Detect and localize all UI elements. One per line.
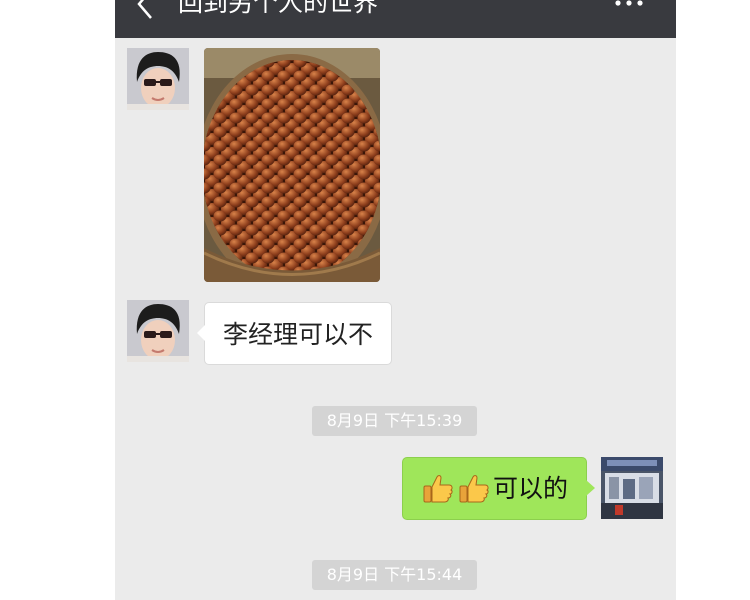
chestnuts-photo[interactable] [204,48,380,282]
more-options-icon[interactable] [614,0,644,8]
chat-title: 回到另个人的世界 [178,0,379,17]
chat-screen: 回到另个人的世界 李经理可以不 8月9日 下午15:39 可以的 8月9日 下午… [115,0,676,600]
sender-avatar[interactable] [127,48,189,110]
timestamp-label: 8月9日 下午15:44 [312,560,477,590]
message-text: 李经理可以不 [223,320,374,349]
sender-avatar[interactable] [127,300,189,362]
thumbs-up-icon [423,474,453,502]
chat-header: 回到另个人的世界 [115,0,676,38]
received-message-bubble[interactable]: 李经理可以不 [196,302,393,365]
my-avatar[interactable] [601,457,663,519]
thumbs-up-icon [459,474,489,502]
sent-message-bubble[interactable]: 可以的 [401,457,596,520]
message-text: 可以的 [492,473,568,503]
timestamp-label: 8月9日 下午15:39 [312,406,477,436]
back-arrow-icon[interactable] [135,0,157,20]
